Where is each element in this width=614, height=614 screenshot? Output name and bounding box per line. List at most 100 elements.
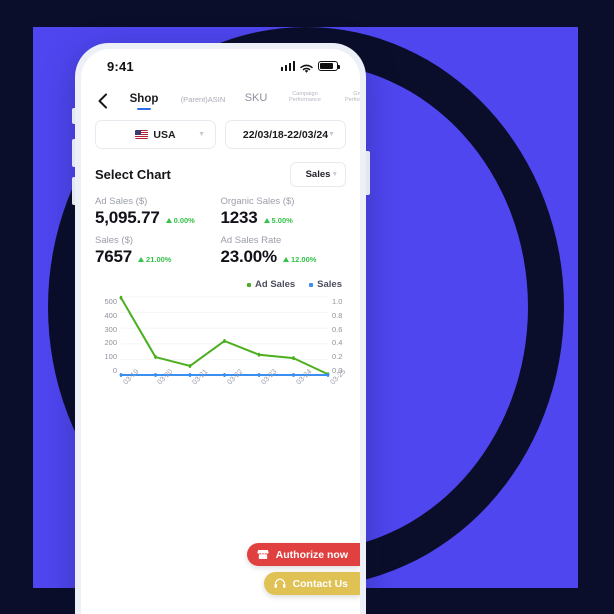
authorize-now-label: Authorize now bbox=[275, 548, 348, 561]
battery-icon bbox=[318, 61, 340, 71]
authorize-now-button[interactable]: Authorize now bbox=[246, 543, 360, 566]
metric-value: 23.00% bbox=[220, 247, 278, 267]
chart-data-point bbox=[154, 355, 157, 360]
chart-data-point bbox=[223, 339, 226, 344]
chart-plot-area bbox=[119, 295, 330, 378]
country-selector[interactable]: USA ▼ bbox=[95, 120, 216, 150]
chart-gridlines bbox=[121, 297, 328, 375]
trend-up-icon bbox=[165, 218, 172, 224]
metric-label: Ad Sales Rate bbox=[220, 235, 282, 247]
y-tick-label-right: 0.8 bbox=[332, 310, 343, 320]
date-range-selector[interactable]: 22/03/18-22/03/24 ▼ bbox=[225, 120, 346, 150]
metric-value: 5,095.77 bbox=[95, 208, 160, 228]
y-tick-label-right: 0.4 bbox=[332, 338, 343, 348]
metric-delta: 12.00% bbox=[282, 255, 317, 265]
y-tick-label-right: 1.0 bbox=[332, 297, 343, 307]
status-bar: 9:41 bbox=[81, 49, 360, 83]
y-tick-label-right: 0.6 bbox=[332, 324, 343, 334]
chart-line-ad-sales bbox=[121, 298, 328, 374]
metric-delta-value: 0.00% bbox=[173, 216, 195, 226]
y-tick-label: 0 bbox=[112, 366, 117, 376]
metric-ad-sales: Ad Sales ($) 5,095.77 0.00% bbox=[95, 196, 221, 228]
metric-ad-sales-rate: Ad Sales Rate 23.00% 12.00% bbox=[221, 235, 347, 267]
y-tick-label: 400 bbox=[104, 310, 117, 320]
chart-legend: Ad Sales Sales bbox=[81, 267, 360, 290]
metric-delta: 21.00% bbox=[138, 255, 171, 264]
chart-type-value: Sales bbox=[305, 169, 331, 181]
country-selector-label: USA bbox=[153, 128, 176, 141]
metric-delta-value: 12.00% bbox=[290, 255, 317, 265]
filter-selectors: USA ▼ 22/03/18-22/03/24 ▼ bbox=[81, 116, 360, 150]
chart-data-point bbox=[188, 364, 192, 369]
legend-dot-icon bbox=[247, 282, 252, 287]
floating-action-buttons: Authorize now Contact Us bbox=[246, 543, 360, 595]
chevron-left-icon[interactable] bbox=[93, 92, 111, 110]
us-flag-icon bbox=[135, 130, 149, 140]
contact-us-label: Contact Us bbox=[292, 577, 348, 590]
phone-mockup: 9:41 Shop (Parent)ASIN SKU Campaign Perf… bbox=[72, 43, 370, 614]
store-icon bbox=[257, 548, 270, 561]
trend-up-icon bbox=[138, 257, 145, 263]
headset-icon bbox=[274, 577, 287, 590]
chart-y-axis-left: 500 400 300 200 100 0 bbox=[91, 297, 117, 375]
y-tick-label: 300 bbox=[104, 324, 117, 334]
tab-shop[interactable]: Shop bbox=[117, 91, 171, 112]
metric-sales: Sales ($) 7657 21.00% bbox=[95, 235, 221, 267]
tab-parent-asin[interactable]: (Parent)ASIN bbox=[171, 94, 235, 112]
metric-delta-value: 21.00% bbox=[146, 255, 172, 265]
wifi-icon bbox=[300, 61, 313, 73]
metric-delta: 0.00% bbox=[165, 216, 195, 226]
line-chart: 500 400 300 200 100 0 1.0 0.8 0.6 0.4 0.2 0.0 03-1… bbox=[81, 295, 360, 397]
tab-campaign-performance[interactable]: Campaign Performance bbox=[277, 89, 333, 112]
chart-data-point bbox=[119, 295, 123, 300]
caret-down-icon: ▼ bbox=[328, 131, 335, 139]
metric-organic-sales: Organic Sales ($) 1233 5.00% bbox=[221, 196, 347, 228]
caret-down-icon: ▼ bbox=[198, 131, 205, 139]
signal-bars-icon bbox=[280, 61, 295, 71]
phone-button-volume-up bbox=[72, 139, 75, 167]
chart-type-dropdown[interactable]: Sales ▼ bbox=[290, 162, 346, 188]
trend-up-icon bbox=[263, 218, 270, 224]
select-chart-row: Select Chart Sales ▼ bbox=[81, 149, 360, 188]
y-tick-label: 100 bbox=[104, 352, 117, 362]
status-bar-clock: 9:41 bbox=[107, 58, 134, 74]
phone-button-volume-down bbox=[72, 177, 75, 205]
tab-group-performance[interactable]: Group Performance bbox=[333, 89, 360, 112]
chart-svg bbox=[119, 295, 330, 378]
y-tick-label-right: 0.2 bbox=[332, 352, 343, 362]
y-tick-label: 500 bbox=[104, 297, 117, 307]
legend-label: Ad Sales bbox=[255, 279, 296, 291]
metrics-grid: Ad Sales ($) 5,095.77 0.00% Organic Sale… bbox=[81, 187, 360, 267]
metric-label: Sales ($) bbox=[95, 235, 134, 247]
chart-data-point bbox=[257, 352, 261, 357]
metric-delta: 5.00% bbox=[263, 216, 293, 226]
phone-button-power bbox=[366, 151, 370, 195]
tabs-list: Shop (Parent)ASIN SKU Campaign Performan… bbox=[117, 89, 360, 112]
chart-x-axis: 03-19 03-20 03-21 03-22 03-23 03-24 03-25 bbox=[121, 367, 347, 407]
metric-value: 7657 bbox=[95, 247, 133, 267]
metric-delta-value: 5.00% bbox=[271, 216, 293, 226]
legend-item-ad-sales[interactable]: Ad Sales bbox=[247, 279, 295, 290]
legend-dot-icon bbox=[309, 282, 314, 287]
select-chart-title: Select Chart bbox=[95, 167, 171, 183]
metric-label: Ad Sales ($) bbox=[95, 196, 148, 208]
trend-up-icon bbox=[282, 257, 289, 263]
chart-y-axis-right: 1.0 0.8 0.6 0.4 0.2 0.0 bbox=[332, 297, 354, 375]
legend-label: Sales bbox=[317, 279, 342, 291]
status-bar-icons bbox=[280, 61, 340, 73]
phone-screen: 9:41 Shop (Parent)ASIN SKU Campaign Perf… bbox=[81, 49, 360, 614]
tab-sku[interactable]: SKU bbox=[235, 91, 277, 112]
x-tick-label: 03-25 bbox=[328, 367, 348, 387]
tab-bar: Shop (Parent)ASIN SKU Campaign Performan… bbox=[81, 83, 360, 116]
contact-us-button[interactable]: Contact Us bbox=[263, 572, 360, 595]
phone-button-silent bbox=[72, 108, 75, 124]
y-tick-label: 200 bbox=[104, 338, 117, 348]
metric-value: 1233 bbox=[220, 208, 258, 228]
date-range-label: 22/03/18-22/03/24 bbox=[242, 128, 329, 141]
chart-data-point bbox=[292, 356, 295, 361]
screenshot-stage: 9:41 Shop (Parent)ASIN SKU Campaign Perf… bbox=[0, 0, 614, 614]
caret-down-icon: ▼ bbox=[331, 171, 338, 179]
chart-series-layer bbox=[119, 295, 330, 378]
metric-label: Organic Sales ($) bbox=[220, 196, 295, 208]
legend-item-sales[interactable]: Sales bbox=[309, 279, 342, 290]
